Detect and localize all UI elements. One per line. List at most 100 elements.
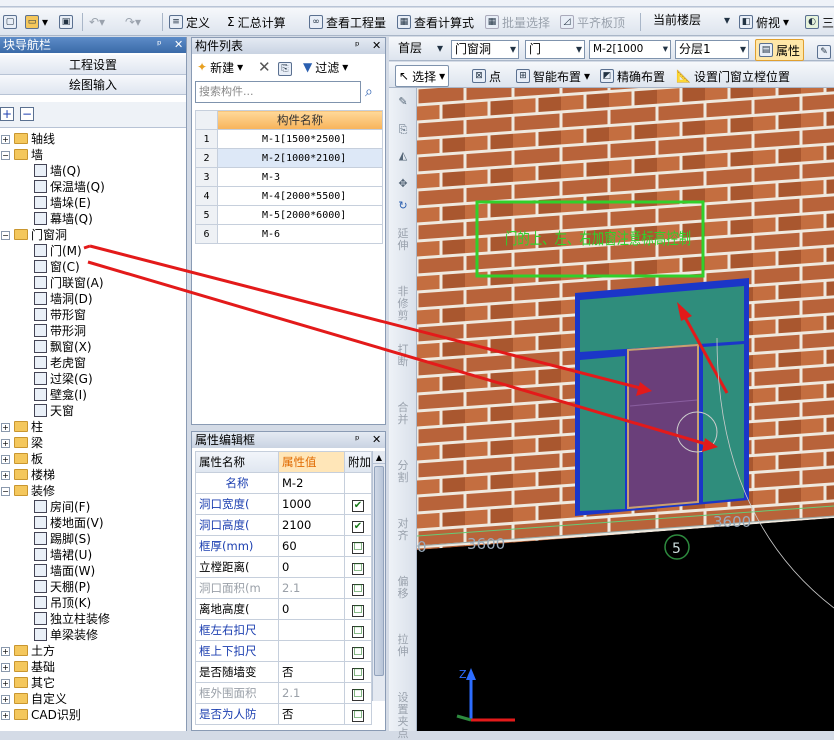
- tree-item[interactable]: 保温墙(Q): [0, 179, 186, 195]
- property-attach[interactable]: ☐: [344, 535, 372, 557]
- attach-checkbox[interactable]: ☐: [352, 562, 364, 575]
- select-button[interactable]: ↖ 选择 ▾: [395, 65, 450, 87]
- properties-button[interactable]: ▤ 属性: [755, 39, 805, 61]
- property-attach[interactable]: ☐: [344, 703, 372, 725]
- tree-item[interactable]: 门(M): [0, 243, 186, 259]
- expand-icon[interactable]: +: [1, 695, 10, 704]
- collapse-icon[interactable]: −: [1, 151, 10, 160]
- component-name-cell[interactable]: M-5[2000*6000]: [217, 205, 383, 225]
- property-row[interactable]: 框外围面积 2.1 ☐: [195, 682, 372, 704]
- property-scrollbar[interactable]: ▲: [372, 451, 385, 701]
- delete-icon[interactable]: ✕: [258, 58, 271, 76]
- rotate-icon[interactable]: ↻: [392, 200, 414, 212]
- property-value[interactable]: 60: [278, 535, 345, 557]
- tree-item[interactable]: 房间(F): [0, 499, 186, 515]
- property-attach[interactable]: ☐: [344, 640, 372, 662]
- property-value[interactable]: 否: [278, 703, 345, 725]
- property-attach[interactable]: ✔: [344, 493, 372, 515]
- current-floor-select[interactable]: 当前楼层: [650, 12, 732, 31]
- property-value[interactable]: 2100: [278, 514, 345, 536]
- new-component-button[interactable]: ✦ 新建 ▾: [194, 56, 246, 78]
- tree-category[interactable]: + 自定义: [0, 691, 186, 707]
- tree-item[interactable]: 窗(C): [0, 259, 186, 275]
- close-icon[interactable]: ✕: [372, 432, 381, 448]
- expand-all-icon[interactable]: +: [0, 107, 14, 121]
- set-frame-position-button[interactable]: 📐 设置门窗立樘位置: [673, 65, 793, 87]
- component-name-cell[interactable]: M-6: [217, 224, 383, 244]
- tree-item[interactable]: 壁龛(I): [0, 387, 186, 403]
- open-file-icon[interactable]: ▭ ▾: [22, 11, 51, 33]
- attach-checkbox[interactable]: ☐: [352, 625, 364, 638]
- property-value[interactable]: [278, 619, 345, 641]
- new-file-icon[interactable]: ▢: [0, 11, 20, 33]
- attach-checkbox[interactable]: ☐: [352, 604, 364, 617]
- tree-category[interactable]: − 门窗洞: [0, 227, 186, 243]
- tree-category[interactable]: + 其它: [0, 675, 186, 691]
- point-button[interactable]: ⊠ 点: [469, 65, 504, 87]
- pin-icon[interactable]: ᵖ: [355, 432, 360, 448]
- tree-item[interactable]: 天窗: [0, 403, 186, 419]
- expand-icon[interactable]: +: [1, 711, 10, 720]
- undo-icon[interactable]: ↶▾: [86, 11, 108, 33]
- type-select[interactable]: 门: [525, 40, 585, 59]
- tree-category[interactable]: − 装修: [0, 483, 186, 499]
- attach-checkbox[interactable]: ✔: [352, 520, 364, 533]
- tree-category[interactable]: + 柱: [0, 419, 186, 435]
- precise-layout-button[interactable]: ◩ 精确布置: [597, 65, 668, 87]
- floor-select[interactable]: 首层: [395, 40, 445, 59]
- edit-component-icon[interactable]: ✎: [817, 43, 831, 59]
- flush-slab-button[interactable]: ◿ 平齐板顶: [557, 11, 628, 33]
- modify-tool-label[interactable]: 对齐: [392, 518, 414, 542]
- tree-item[interactable]: 墙(Q): [0, 163, 186, 179]
- component-name-cell[interactable]: M-3: [217, 167, 383, 187]
- tree-item[interactable]: 独立柱装修: [0, 611, 186, 627]
- scroll-thumb[interactable]: [374, 466, 384, 676]
- expand-icon[interactable]: +: [1, 471, 10, 480]
- component-row[interactable]: 5 M-5[2000*6000]: [195, 205, 383, 225]
- property-row[interactable]: 框左右扣尺 ☐: [195, 619, 372, 641]
- close-icon[interactable]: ✕: [174, 37, 183, 53]
- property-row[interactable]: 名称 M-2: [195, 472, 372, 494]
- save-icon[interactable]: ▣: [56, 11, 76, 33]
- property-attach[interactable]: ☐: [344, 577, 372, 599]
- batch-select-button[interactable]: ▦ 批量选择: [482, 11, 553, 33]
- collapse-all-icon[interactable]: −: [20, 107, 34, 121]
- tree-item[interactable]: 吊顶(K): [0, 595, 186, 611]
- property-value[interactable]: 0: [278, 556, 345, 578]
- component-name-cell[interactable]: M-2[1000*2100]: [217, 148, 383, 168]
- define-button[interactable]: ≡ 定义: [166, 11, 213, 33]
- property-row[interactable]: 洞口宽度(1000 ✔: [195, 493, 372, 515]
- tree-item[interactable]: 踢脚(S): [0, 531, 186, 547]
- pin-icon[interactable]: ᵖ: [355, 38, 360, 54]
- drawing-viewport[interactable]: 门的上、左、右加窗注意标高控制 0 3600 3600 5 Z: [417, 88, 834, 731]
- menu-bar[interactable]: [0, 0, 834, 7]
- mirror-icon[interactable]: ◭: [392, 150, 414, 162]
- attach-checkbox[interactable]: ☐: [352, 688, 364, 701]
- expand-icon[interactable]: +: [1, 647, 10, 656]
- property-value[interactable]: 1000: [278, 493, 345, 515]
- copy-tool-icon[interactable]: ⎘: [392, 124, 414, 136]
- view-quantity-button[interactable]: ∞ 查看工程量: [306, 11, 389, 33]
- view-formula-button[interactable]: ▦ 查看计算式: [394, 11, 477, 33]
- modify-tool-label[interactable]: 合并: [392, 402, 414, 426]
- attach-checkbox[interactable]: ☐: [352, 583, 364, 596]
- property-row[interactable]: 是否为人防否 ☐: [195, 703, 372, 725]
- property-row[interactable]: 洞口面积(m 2.1 ☐: [195, 577, 372, 599]
- property-attach[interactable]: ☐: [344, 682, 372, 704]
- property-value[interactable]: [278, 640, 345, 662]
- brush-icon[interactable]: ✎: [392, 96, 414, 108]
- tree-item[interactable]: 天棚(P): [0, 579, 186, 595]
- move-icon[interactable]: ✥: [392, 178, 414, 190]
- tree-category[interactable]: + 板: [0, 451, 186, 467]
- property-row[interactable]: 立樘距离(0 ☐: [195, 556, 372, 578]
- tree-category[interactable]: + CAD识别: [0, 707, 186, 723]
- close-icon[interactable]: ✕: [372, 38, 381, 54]
- tree-category[interactable]: + 梁: [0, 435, 186, 451]
- collapse-icon[interactable]: −: [1, 487, 10, 496]
- tree-item[interactable]: 墙洞(D): [0, 291, 186, 307]
- modify-tool-label[interactable]: 打断: [392, 344, 414, 368]
- property-attach[interactable]: ☐: [344, 619, 372, 641]
- component-row[interactable]: 4 M-4[2000*5500]: [195, 186, 383, 206]
- expand-icon[interactable]: +: [1, 663, 10, 672]
- modify-tool-label[interactable]: 拉伸: [392, 634, 414, 658]
